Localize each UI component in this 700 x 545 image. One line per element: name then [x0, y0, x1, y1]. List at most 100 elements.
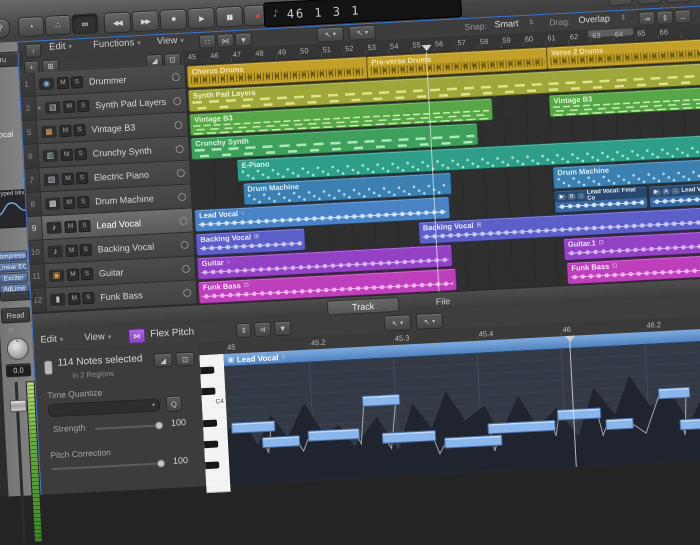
plugin-slot-linear-eq[interactable]: Linear EQ: [0, 261, 28, 273]
track-status-ring[interactable]: [172, 72, 180, 80]
flex-pitch-note[interactable]: [557, 407, 602, 420]
piano-key-black[interactable]: [200, 367, 214, 375]
automation-mode-button[interactable]: Read: [1, 307, 31, 323]
track-status-ring[interactable]: [180, 240, 188, 248]
track-status-ring[interactable]: [175, 144, 183, 152]
drag-stepper[interactable]: ⇕: [620, 14, 626, 22]
solo-button[interactable]: S: [76, 171, 89, 184]
piano-key-black[interactable]: [201, 388, 215, 396]
mute-button[interactable]: M: [59, 124, 72, 137]
mute-button[interactable]: M: [62, 172, 75, 185]
dots-grid-icon[interactable]: ∷: [199, 34, 217, 49]
editor-playhead-marker[interactable]: [564, 336, 574, 343]
plugin-slot-compressor[interactable]: Compressor: [0, 250, 27, 262]
drag-value[interactable]: Overlap: [578, 13, 610, 25]
take-play-icon[interactable]: ▶: [652, 188, 661, 194]
take-list-icon[interactable]: ∴: [577, 192, 585, 198]
track-status-ring[interactable]: [182, 264, 190, 272]
region-disclosure-icon[interactable]: ▣: [228, 356, 235, 364]
solo-button[interactable]: S: [78, 219, 91, 232]
edit-menu[interactable]: Edit▾: [49, 41, 72, 53]
plugin-slot-exciter[interactable]: Exciter: [0, 272, 28, 284]
time-quantize-dropdown[interactable]: ▾: [48, 398, 161, 417]
tab-file[interactable]: File: [419, 293, 468, 308]
resize-button[interactable]: ↔: [666, 0, 691, 3]
loop-browser-button[interactable]: ∞: [71, 13, 98, 34]
editor-view-menu[interactable]: View▾: [84, 331, 111, 343]
stop-button[interactable]: ■: [159, 9, 187, 31]
input-slot[interactable]: Thru: [0, 51, 23, 68]
solo-button[interactable]: S: [77, 195, 90, 208]
playhead-marker[interactable]: [421, 45, 431, 52]
track-status-ring[interactable]: [174, 120, 182, 128]
track-status-ring[interactable]: [183, 288, 191, 296]
hide-toolbar-button[interactable]: ↑: [25, 43, 42, 58]
output-slot[interactable]: Vocal: [0, 130, 13, 140]
monitor-icon[interactable]: ⊲: [254, 322, 272, 338]
stepper-button[interactable]: ⇕: [637, 0, 662, 5]
solo-button[interactable]: S: [74, 147, 87, 160]
flex-pitch-note[interactable]: [362, 394, 401, 407]
strength-slider-knob[interactable]: [155, 421, 163, 429]
piano-key-white[interactable]: [206, 480, 231, 493]
view-menu[interactable]: View▾: [157, 35, 184, 47]
take-list-icon[interactable]: ∴: [672, 187, 680, 193]
command-click-tool-menu[interactable]: ↖▾: [348, 25, 376, 41]
track-status-ring[interactable]: [178, 192, 186, 200]
filter-icon[interactable]: ▼: [235, 32, 253, 47]
functions-menu[interactable]: Functions▾: [93, 37, 141, 50]
play-button[interactable]: ▶: [187, 7, 215, 29]
control-knob-button[interactable]: ◔: [18, 16, 45, 37]
piano-key-black[interactable]: [203, 419, 217, 427]
mute-button[interactable]: M: [63, 196, 76, 209]
mute-button[interactable]: M: [67, 268, 80, 281]
mute-button[interactable]: M: [63, 100, 76, 113]
solo-button[interactable]: S: [82, 291, 95, 304]
pause-button[interactable]: ▮▮: [215, 6, 243, 28]
disclosure-triangle-icon[interactable]: ▸: [38, 104, 41, 111]
flex-pitch-note[interactable]: [605, 418, 634, 430]
solo-button[interactable]: S: [81, 267, 94, 280]
mute-button[interactable]: M: [64, 220, 77, 233]
editors-dots-button[interactable]: ∴: [44, 15, 71, 36]
flex-pitch-note[interactable]: [231, 420, 276, 433]
inspector-zoom-icon[interactable]: ⊡: [175, 352, 195, 367]
fader-cap[interactable]: [10, 399, 28, 412]
crossfade-icon[interactable]: ⋈: [217, 33, 235, 48]
mute-button[interactable]: M: [65, 244, 78, 257]
solo-button[interactable]: S: [73, 123, 86, 136]
rewind-button[interactable]: ◀◀: [103, 11, 131, 33]
inspector-auto-icon[interactable]: ◢: [153, 353, 173, 368]
editor-left-tool-menu[interactable]: ↖▾: [384, 314, 412, 331]
resize-icon[interactable]: ↔: [674, 9, 692, 24]
editor-stepper-icon[interactable]: ⇕: [236, 323, 252, 339]
track-status-ring[interactable]: [173, 96, 181, 104]
pitch-correction-slider[interactable]: [51, 462, 163, 470]
pan-knob[interactable]: [6, 337, 29, 360]
track-status-ring[interactable]: [177, 168, 185, 176]
flex-pitch-note[interactable]: [679, 418, 700, 430]
left-click-tool-menu[interactable]: ↖▾: [316, 26, 344, 42]
solo-button[interactable]: S: [71, 76, 84, 89]
editor-edit-menu[interactable]: Edit▾: [40, 333, 63, 345]
forward-button[interactable]: ▶▶: [131, 10, 159, 32]
piano-key-black[interactable]: [204, 440, 218, 448]
region-lead-vocal[interactable]: ▶A∴Lead Vocal: [648, 182, 700, 209]
editor-filter-icon[interactable]: ▼: [274, 320, 292, 336]
mute-button[interactable]: M: [68, 292, 81, 305]
zoom-stepper-icon[interactable]: ⇕: [656, 10, 674, 25]
snap-value[interactable]: Smart: [494, 18, 519, 29]
mute-button[interactable]: M: [60, 148, 73, 161]
flex-pitch-note[interactable]: [262, 435, 301, 448]
strength-slider[interactable]: [95, 424, 161, 429]
quantize-apply-button[interactable]: Q: [166, 395, 183, 412]
flex-icon[interactable]: ⋈: [128, 328, 146, 344]
eq-thumbnail[interactable]: Hyped Mix: [0, 189, 28, 229]
flex-pitch-note[interactable]: [658, 387, 691, 400]
editor-command-tool-menu[interactable]: ↖▾: [416, 313, 444, 330]
quick-help-button[interactable]: ?: [0, 18, 11, 39]
solo-button[interactable]: S: [79, 243, 92, 256]
snap-stepper[interactable]: ⇕: [528, 18, 534, 26]
zoom-fit-button[interactable]: ⇥: [608, 0, 633, 6]
track-status-ring[interactable]: [179, 216, 187, 224]
